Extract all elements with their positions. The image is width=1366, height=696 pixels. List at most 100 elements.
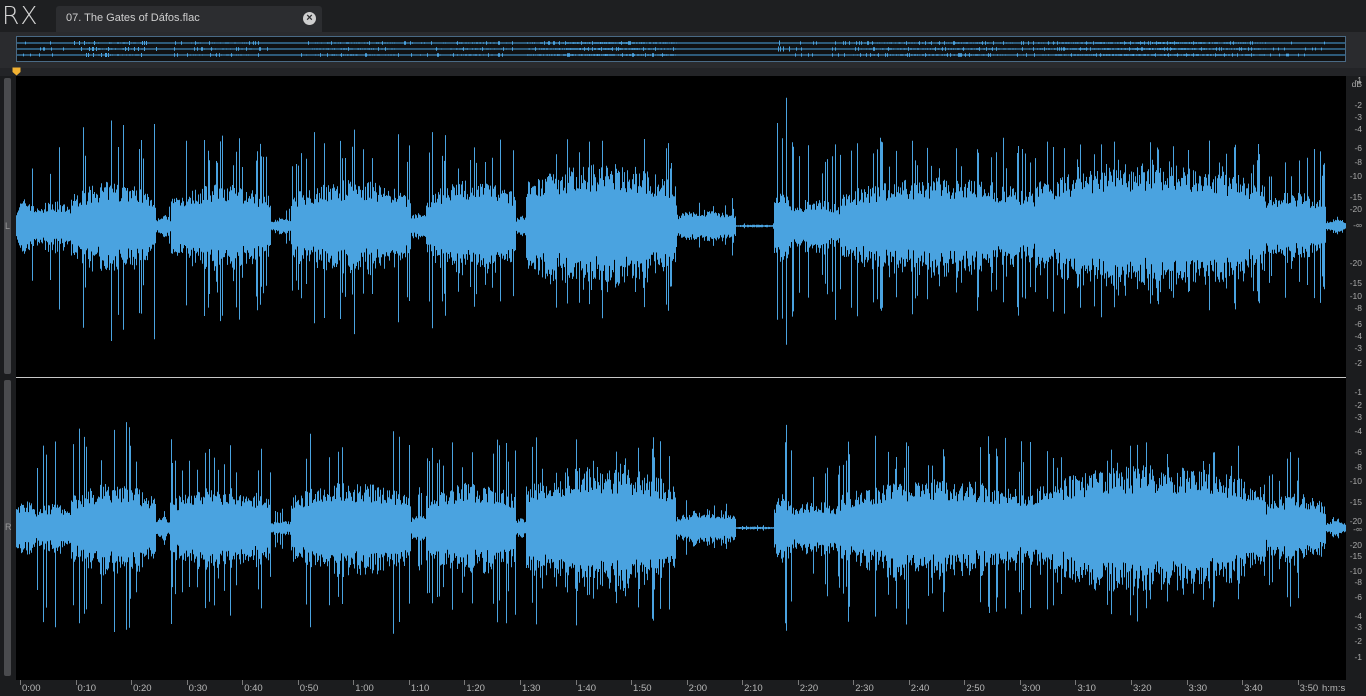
time-tick [1019,680,1021,685]
right-db-tick: -2 [1354,400,1362,410]
time-tick [75,680,77,685]
time-tick [797,680,799,685]
file-tab[interactable]: 07. The Gates of Dáfos.flac × [56,6,322,32]
right-channel-label: R [5,522,12,532]
time-unit-label: h:m:s [1322,683,1346,694]
time-tick [853,680,855,685]
time-tick-label: 0:40 [244,683,263,694]
left-db-tick: -2 [1354,100,1362,110]
right-db-tick: -4 [1354,611,1362,621]
time-tick [686,680,688,685]
left-db-tick: -8 [1354,303,1362,313]
playhead-marker-icon[interactable] [12,67,21,76]
left-db-tick: -6 [1354,143,1362,153]
time-tick-label: 2:30 [855,683,874,694]
time-tick-label: 2:00 [688,683,708,694]
time-tick-label: 1:00 [355,683,374,694]
right-db-tick: -∞ [1353,524,1362,534]
left-db-tick: -3 [1354,112,1362,122]
time-tick-label: 3:00 [1021,683,1041,694]
time-tick [131,680,133,685]
time-tick-label: 3:40 [1244,683,1263,694]
right-db-tick: -1 [1354,387,1362,397]
time-tick [964,680,966,685]
time-tick [742,680,744,685]
right-db-tick: -6 [1354,447,1362,457]
top-bar: RX 07. The Gates of Dáfos.flac × [0,0,1366,32]
left-db-tick: -6 [1354,319,1362,329]
right-db-tick: -15 [1349,551,1362,561]
file-tab-label: 07. The Gates of Dáfos.flac [66,12,200,24]
close-icon[interactable]: × [303,12,316,25]
right-db-tick: -6 [1354,592,1362,602]
time-tick-label: 3:10 [1077,683,1096,694]
left-channel-waveform [16,97,1346,345]
left-db-tick: -10 [1349,171,1362,181]
time-tick [353,680,355,685]
right-db-tick: -8 [1354,577,1362,587]
left-db-tick: -4 [1354,124,1362,134]
right-db-tick: -3 [1354,622,1362,632]
time-tick-label: 2:40 [910,683,930,694]
time-tick [908,680,910,685]
time-tick-label: 1:10 [410,683,430,694]
time-tick-label: 2:50 [966,683,985,694]
app-logo: RX [2,1,39,30]
left-db-tick: -20 [1349,204,1362,214]
waveform-overview[interactable] [16,36,1346,62]
time-tick-label: 0:10 [77,683,97,694]
right-db-tick: -4 [1354,426,1362,436]
time-ruler[interactable]: 0:00 0:10 0:20 0:30 0:40 0:50 1:00 1:10 1:20 1:30… [16,680,1366,696]
left-db-tick: -15 [1349,278,1362,288]
left-db-tick: -20 [1349,258,1362,268]
time-tick-label: 3:30 [1188,683,1208,694]
time-tick [575,680,577,685]
time-tick [1297,680,1299,685]
time-tick [408,680,410,685]
time-tick-label: 3:20 [1133,683,1152,694]
right-db-tick: -10 [1349,566,1362,576]
playhead-ruler[interactable] [0,68,1366,76]
time-tick [186,680,188,685]
right-channel-waveform [16,422,1346,634]
time-tick-label: 3:50 [1299,683,1319,694]
right-db-tick: -2 [1354,636,1362,646]
right-db-tick: -20 [1349,540,1362,550]
time-tick [631,680,633,685]
left-db-tick: -1 [1354,75,1362,85]
time-tick [1131,680,1132,685]
time-tick [297,680,299,685]
time-tick-label: 2:20 [799,683,819,694]
left-db-tick: -∞ [1353,220,1362,230]
left-db-tick: -8 [1354,157,1362,167]
time-tick-label: 0:30 [188,683,208,694]
time-tick [519,680,521,685]
left-channel-label: L [5,221,11,231]
time-tick [464,680,466,685]
left-db-tick: -15 [1349,192,1362,202]
waveform-display[interactable] [16,76,1346,680]
right-db-tick: -1 [1354,652,1362,662]
time-tick [1075,680,1077,685]
left-channel-waveform-path [16,97,1346,345]
left-db-tick: -4 [1354,331,1362,341]
right-db-tick: -3 [1354,412,1362,422]
time-tick [242,680,244,685]
time-tick-label: 0:20 [133,683,152,694]
db-scale: dB -2 -3 -4 -6 -8 -10 -15 -20 -∞ -20 -15 -10 -8 -6 -4-… [1346,76,1366,680]
left-db-tick: -3 [1354,343,1362,353]
time-tick-label: 1:20 [466,683,485,694]
time-tick [20,680,21,685]
left-db-tick: -2 [1354,358,1362,368]
time-tick-label: 0:00 [22,683,41,694]
right-db-tick: -15 [1349,497,1362,507]
time-tick [1186,680,1188,685]
left-db-tick: -10 [1349,291,1362,301]
time-tick-label: 0:50 [299,683,319,694]
time-tick-label: 2:10 [744,683,763,694]
time-tick [1242,680,1244,685]
right-db-tick: -10 [1349,476,1362,486]
time-tick-label: 1:40 [577,683,597,694]
time-tick-label: 1:50 [633,683,652,694]
time-tick-label: 1:30 [521,683,541,694]
